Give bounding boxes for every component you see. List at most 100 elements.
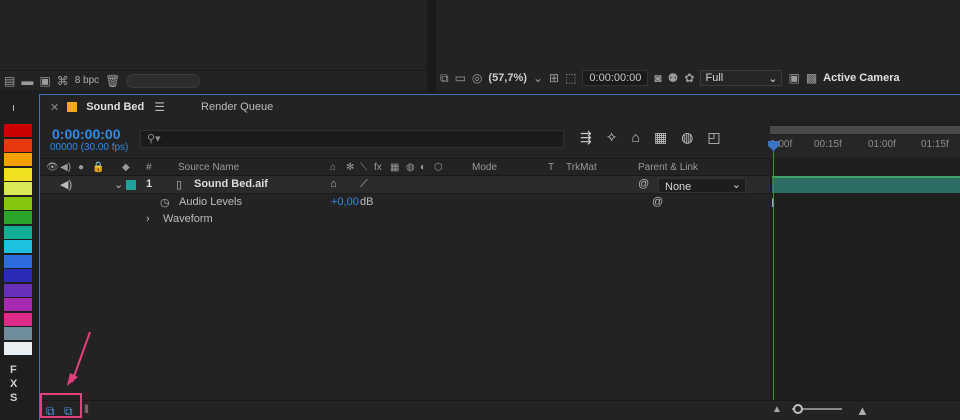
graph-editor-icon[interactable]: ◰ — [707, 130, 720, 144]
current-time-display[interactable]: 0:00:00:00 — [582, 70, 649, 86]
chevron-down-icon: ⌄ — [731, 179, 741, 191]
magnification-dropdown[interactable]: (57,7%) — [488, 72, 527, 84]
speaker-icon[interactable]: ◀) — [60, 162, 71, 173]
label-color-swatch[interactable] — [4, 327, 32, 340]
mask-visibility-icon[interactable]: ◎ — [472, 72, 482, 84]
frame-blending-icon[interactable]: ▦ — [654, 130, 667, 144]
draft-3d-icon[interactable]: ✧ — [606, 130, 618, 144]
label-color-swatch[interactable] — [4, 138, 32, 152]
pick-whip-icon[interactable]: @ — [638, 178, 649, 190]
layer-name[interactable]: Sound Bed.aif — [194, 178, 268, 190]
adjustment-switch-icon[interactable]: ◐ — [420, 162, 426, 173]
always-preview-icon[interactable]: ⧉ — [440, 72, 449, 84]
column-parent-link[interactable]: Parent & Link — [638, 162, 698, 173]
in-out-toggle-icon[interactable]: ⦀ — [84, 404, 89, 417]
zoom-in-icon[interactable]: ▲ — [856, 403, 869, 418]
quality-switch-icon[interactable]: ⟋ — [360, 178, 368, 191]
monitor-icon[interactable]: ▭ — [455, 72, 466, 84]
frame-blend-switch-icon[interactable]: ▦ — [390, 162, 399, 173]
shy-layers-icon[interactable]: ⌂ — [631, 130, 639, 144]
parent-dropdown[interactable]: None ⌄ — [658, 178, 746, 193]
shy-switch-icon[interactable]: ⌂ — [330, 178, 337, 190]
current-time-indicator-line[interactable] — [773, 140, 774, 402]
label-color-swatch[interactable] — [4, 312, 32, 326]
collapse-switch-icon[interactable]: ✻ — [346, 162, 354, 173]
3d-layer-switch-icon[interactable]: ⬡ — [434, 162, 443, 173]
timeline-timecode[interactable]: 0:00:00:00 — [52, 126, 121, 142]
label-color-swatch[interactable] — [4, 182, 32, 195]
lock-icon[interactable]: 🔒 — [92, 162, 104, 173]
zoom-out-icon[interactable]: ▲ — [772, 404, 782, 415]
chevron-down-icon[interactable]: ⌄ — [533, 72, 543, 84]
label-color-swatch[interactable] — [4, 167, 32, 181]
interpret-footage-icon[interactable]: ▤ — [4, 75, 15, 87]
camera-view-dropdown[interactable]: Active Camera — [823, 72, 899, 84]
eye-icon[interactable]: 👁 — [46, 162, 59, 173]
timeline-zoom-handle[interactable] — [793, 404, 803, 414]
column-t[interactable]: T — [548, 162, 554, 173]
time-ruler[interactable]: 1:00f 00:15f 01:00f 01:15f — [770, 135, 960, 157]
label-color-swatch[interactable] — [4, 269, 32, 282]
timeline-graph-area[interactable] — [770, 120, 960, 420]
ruler-tick: 01:15f — [921, 139, 949, 150]
shy-switch-icon[interactable]: ⌂ — [330, 162, 336, 173]
motion-blur-icon[interactable]: ◍ — [681, 130, 693, 144]
label-color-swatch[interactable] — [4, 153, 32, 166]
tab-sound-bed[interactable]: Sound Bed — [86, 101, 144, 113]
resolution-dropdown[interactable]: Full ⌄ — [700, 70, 783, 86]
grid-guides-icon[interactable]: ⊞ — [549, 72, 559, 84]
label-color-swatch[interactable] — [4, 298, 32, 311]
tab-render-queue[interactable]: Render Queue — [201, 101, 273, 113]
work-area-bar[interactable] — [770, 126, 960, 134]
property-row-waveform[interactable]: › Waveform — [40, 211, 770, 229]
flowchart-icon[interactable]: ⌘ — [57, 75, 69, 87]
solo-icon[interactable]: ● — [78, 162, 84, 173]
panel-divider[interactable] — [427, 0, 436, 92]
property-row-audio-levels[interactable]: ◷ Audio Levels +0,00 dB @ — [40, 194, 770, 212]
column-mode[interactable]: Mode — [472, 162, 497, 173]
audio-levels-value[interactable]: +0,00 — [331, 196, 359, 208]
bit-depth-button[interactable]: 8 bpc — [75, 75, 99, 86]
chevron-down-icon[interactable]: ⌄ — [114, 178, 123, 191]
motion-blur-switch-icon[interactable]: ◍ — [406, 162, 415, 173]
panel-menu-icon[interactable]: ☰ — [154, 100, 165, 114]
fast-previews-icon[interactable]: ▣ — [788, 72, 799, 84]
label-color-swatch[interactable] — [4, 283, 32, 297]
layer-search-input[interactable]: ⚲▾ — [140, 130, 564, 148]
label-color-swatch[interactable] — [4, 254, 32, 268]
show-snapshot-icon[interactable]: ⚉ — [668, 72, 679, 84]
project-scrollbar[interactable] — [126, 73, 201, 88]
region-of-interest-icon[interactable]: ⬚ — [565, 72, 576, 84]
label-color-swatch[interactable] — [4, 211, 32, 224]
close-tab-icon[interactable]: ✕ — [50, 101, 59, 114]
expand-arrow-icon[interactable]: › — [146, 213, 150, 225]
trash-icon[interactable]: 🗑 — [105, 75, 120, 87]
label-color-swatch[interactable] — [4, 240, 32, 253]
label-color-swatch[interactable] — [4, 124, 32, 137]
fx-switch-icon[interactable]: fx — [374, 162, 382, 173]
layer-duration-bar[interactable] — [772, 176, 960, 193]
quality-switch-icon[interactable]: ⟍ — [360, 162, 367, 173]
audio-speaker-icon[interactable]: ◀) — [60, 178, 72, 191]
composition-mini-flowchart-icon[interactable]: ⇶ — [580, 130, 592, 144]
ruler-tick: 01:00f — [868, 139, 896, 150]
layer-label-color[interactable] — [126, 180, 136, 190]
new-composition-icon[interactable]: ▣ — [39, 75, 50, 87]
column-trkmat[interactable]: TrkMat — [566, 162, 597, 173]
column-source-name[interactable]: Source Name — [178, 162, 239, 173]
color-channels-icon[interactable]: ✿ — [684, 72, 694, 84]
label-tag-icon[interactable]: ◆ — [122, 162, 130, 173]
tab-color-swatch — [67, 102, 78, 112]
label-color-swatch[interactable] — [4, 225, 32, 239]
camera-snapshot-icon[interactable]: ◙ — [654, 72, 661, 84]
chevron-down-icon: ⌄ — [768, 72, 778, 85]
pick-whip-icon[interactable]: @ — [652, 196, 663, 208]
column-number[interactable]: # — [146, 162, 152, 173]
transparency-grid-icon[interactable]: ▩ — [806, 72, 817, 84]
layer-row[interactable]: ◀) ⌄ 1 ▯ Sound Bed.aif ⌂ ⟋ @ None ⌄ — [40, 176, 770, 194]
stopwatch-icon[interactable]: ◷ — [160, 196, 170, 209]
label-color-swatch[interactable] — [4, 196, 32, 210]
new-folder-icon[interactable]: ▬ — [21, 75, 33, 87]
timeline-footer: ⧉ ⧉ ⦀ ▲ ▲ — [40, 400, 960, 420]
label-color-swatch[interactable] — [4, 341, 32, 355]
